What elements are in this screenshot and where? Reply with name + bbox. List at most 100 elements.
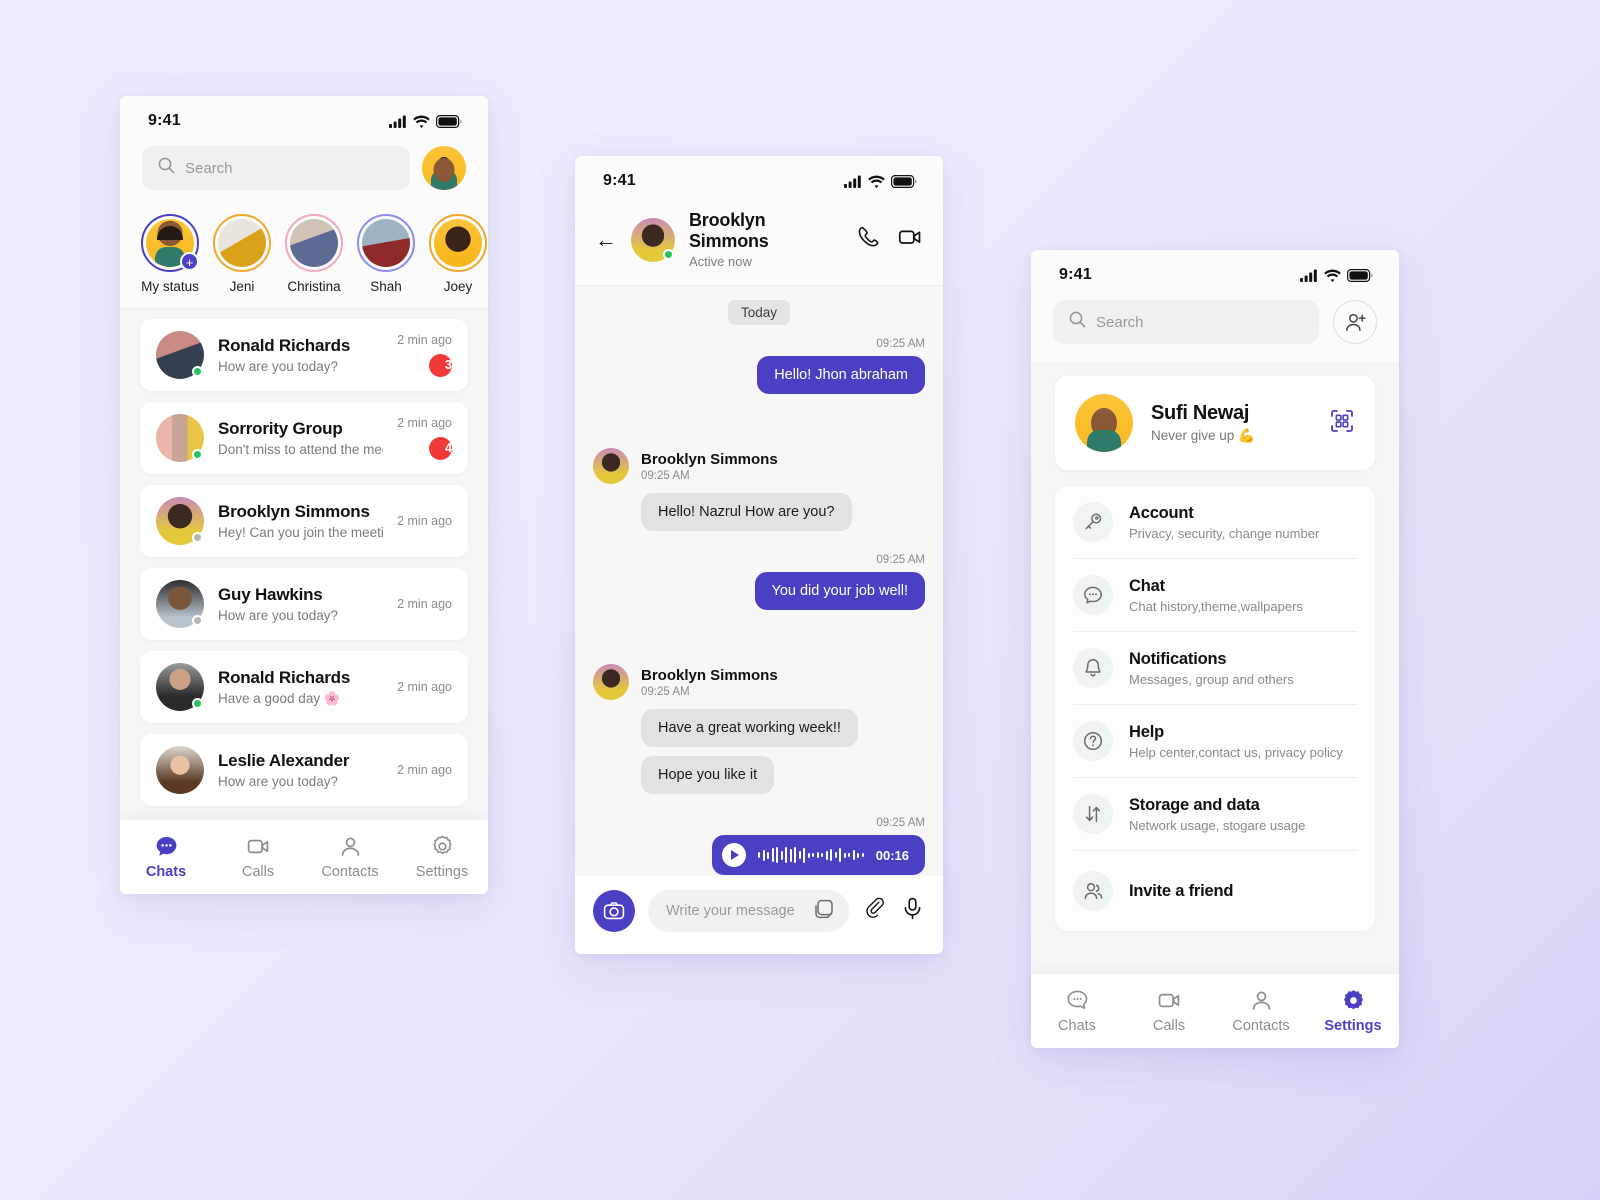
- chat-preview: How are you today?: [218, 774, 339, 789]
- tab-calls[interactable]: Calls: [212, 834, 304, 880]
- phone-thread-screen: 9:41 ← Brooklyn Simmons Active now Today…: [575, 156, 943, 954]
- settings-item-title: Invite a friend: [1129, 881, 1234, 900]
- avatar[interactable]: [422, 146, 466, 190]
- avatar: [156, 414, 204, 462]
- settings-item-help[interactable]: Help Help center,contact us, privacy pol…: [1073, 705, 1357, 778]
- phone-settings-screen: 9:41 Search Sufi Newaj Never give up 💪 A…: [1031, 250, 1399, 1048]
- key-icon: [1073, 502, 1113, 542]
- status-bar: 9:41: [1031, 250, 1399, 300]
- message-thread[interactable]: Today 09:25 AM Hello! Jhon abraham Brook…: [575, 286, 943, 876]
- status-bar: 9:41: [120, 96, 488, 146]
- tab-contacts[interactable]: Contacts: [304, 834, 396, 880]
- day-divider: Today: [593, 300, 925, 325]
- profile-card[interactable]: Sufi Newaj Never give up 💪: [1055, 376, 1375, 470]
- chat-list-item[interactable]: Brooklyn Simmons Hey! Can you join the m…: [140, 485, 468, 557]
- avatar: [156, 663, 204, 711]
- presence-indicator: [192, 366, 203, 377]
- tab-contacts[interactable]: Contacts: [1215, 988, 1307, 1034]
- stories-strip[interactable]: + My status Jeni Christina Shah Joey: [120, 208, 488, 309]
- story-item[interactable]: Christina: [278, 214, 350, 294]
- paperclip-icon[interactable]: [862, 896, 887, 926]
- chat-list-item[interactable]: Leslie Alexander How are you today? 2 mi…: [140, 734, 468, 806]
- search-input[interactable]: Search: [1053, 300, 1319, 344]
- add-status-icon[interactable]: +: [180, 252, 199, 271]
- chat-list[interactable]: Ronald Richards How are you today? 2 min…: [120, 309, 488, 820]
- tab-label: Chats: [145, 864, 187, 880]
- bottom-tab-bar[interactable]: Chats Calls Contacts Settings: [1031, 974, 1399, 1048]
- message-timestamp: 09:25 AM: [641, 685, 690, 698]
- message-timestamp: 09:25 AM: [876, 554, 925, 566]
- message-bubble-incoming: Have a great working week!!: [641, 709, 858, 747]
- phone-icon[interactable]: [855, 224, 881, 255]
- chat-time: 2 min ago: [397, 514, 452, 528]
- voice-message[interactable]: 00:16: [712, 835, 925, 875]
- tab-chats[interactable]: Chats: [120, 834, 212, 880]
- story-item[interactable]: Joey: [422, 214, 488, 294]
- settings-item-account[interactable]: Account Privacy, security, change number: [1073, 486, 1357, 559]
- chat-bubble-icon: [120, 834, 212, 859]
- presence-indicator: [192, 532, 203, 543]
- avatar: [593, 664, 629, 700]
- message-timestamp: 09:25 AM: [641, 469, 690, 482]
- story-label: My status: [141, 279, 199, 294]
- camera-icon[interactable]: [593, 890, 635, 932]
- microphone-icon[interactable]: [900, 896, 925, 926]
- message-bubble-outgoing: Hello! Jhon abraham: [757, 356, 925, 394]
- chat-preview: How are you today?: [218, 608, 339, 623]
- chat-name: Ronald Richards: [218, 336, 351, 355]
- story-item[interactable]: Shah: [350, 214, 422, 294]
- story-item[interactable]: + My status: [134, 214, 206, 294]
- video-camera-icon[interactable]: [897, 224, 923, 255]
- settings-body: Sufi Newaj Never give up 💪 Account Priva: [1031, 362, 1399, 974]
- voice-duration: 00:16: [875, 847, 909, 863]
- chats-search-header: Search: [120, 146, 488, 208]
- person-icon: [304, 834, 396, 859]
- chat-name: Guy Hawkins: [218, 585, 323, 604]
- sticker-icon[interactable]: [813, 898, 835, 925]
- avatar: [156, 580, 204, 628]
- settings-item-invite[interactable]: Invite a friend: [1073, 851, 1357, 931]
- settings-item-chat[interactable]: Chat Chat history,theme,wallpapers: [1073, 559, 1357, 632]
- chat-list-item[interactable]: Ronald Richards Have a good day 🌸 2 min …: [140, 651, 468, 723]
- play-icon[interactable]: [722, 843, 747, 867]
- presence-indicator: [192, 615, 203, 626]
- add-person-icon[interactable]: [1333, 300, 1377, 344]
- profile-status: Never give up 💪: [1151, 428, 1255, 443]
- chat-list-item[interactable]: Ronald Richards How are you today? 2 min…: [140, 319, 468, 391]
- chat-list-item[interactable]: Guy Hawkins How are you today? 2 min ago: [140, 568, 468, 640]
- story-label: Jeni: [229, 279, 255, 294]
- message-input[interactable]: Write your message: [648, 890, 849, 932]
- settings-item-title: Account: [1129, 503, 1194, 522]
- tab-settings[interactable]: Settings: [396, 834, 488, 880]
- avatar: [156, 497, 204, 545]
- story-item[interactable]: Jeni: [206, 214, 278, 294]
- chat-name: Leslie Alexander: [218, 751, 350, 770]
- message-timestamp: 09:25 AM: [876, 338, 925, 350]
- bottom-tab-bar[interactable]: Chats Calls Contacts Settings: [120, 820, 488, 894]
- signal-icon: [844, 175, 862, 188]
- settings-item-title: Chat: [1129, 576, 1165, 595]
- tab-label: Settings: [415, 864, 469, 880]
- unread-badge: 3: [429, 354, 452, 377]
- wifi-icon: [1324, 269, 1341, 282]
- settings-item-subtitle: Network usage, stogare usage: [1129, 817, 1306, 833]
- tab-settings[interactable]: Settings: [1307, 988, 1399, 1034]
- tab-label: Contacts: [321, 864, 379, 880]
- qr-code-icon[interactable]: [1329, 408, 1355, 439]
- settings-item-storage[interactable]: Storage and data Network usage, stogare …: [1073, 778, 1357, 851]
- bell-icon: [1073, 648, 1113, 688]
- chat-list-item[interactable]: Sorrority Group Don't miss to attend the…: [140, 402, 468, 474]
- presence-indicator: [663, 248, 674, 260]
- message-composer[interactable]: Write your message: [575, 876, 943, 954]
- search-input[interactable]: Search: [142, 146, 410, 190]
- settings-item-title: Storage and data: [1129, 795, 1260, 814]
- story-label: Christina: [287, 279, 341, 294]
- back-arrow-icon[interactable]: ←: [595, 228, 617, 251]
- settings-item-notifications[interactable]: Notifications Messages, group and others: [1073, 632, 1357, 705]
- avatar[interactable]: [631, 217, 675, 262]
- phone-chats-screen: 9:41 Search + My status Jeni Christina S…: [120, 96, 488, 894]
- tab-chats[interactable]: Chats: [1031, 988, 1123, 1034]
- tab-calls[interactable]: Calls: [1123, 988, 1215, 1034]
- settings-menu[interactable]: Account Privacy, security, change number…: [1055, 486, 1375, 931]
- chat-time: 2 min ago: [397, 416, 452, 430]
